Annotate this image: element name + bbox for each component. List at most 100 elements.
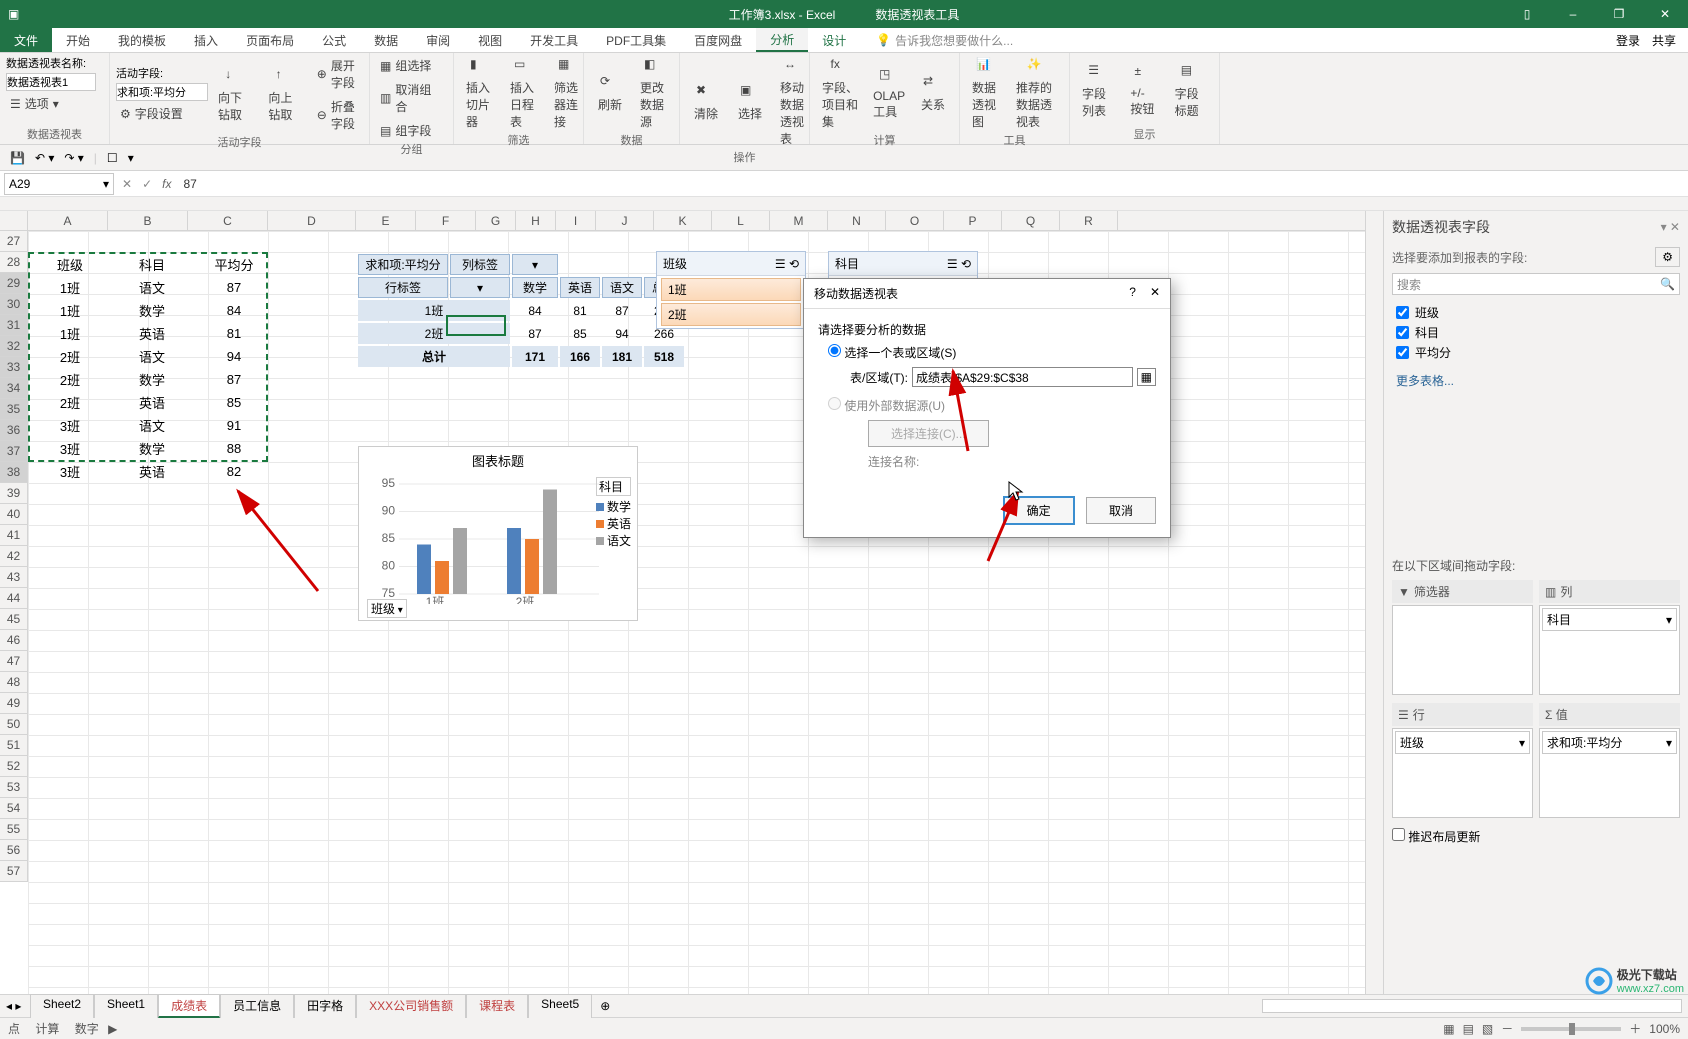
add-sheet-button[interactable]: ⊕	[600, 999, 610, 1013]
sheet-tab[interactable]: XXX公司销售额	[356, 994, 466, 1018]
column-header[interactable]: M	[770, 211, 828, 230]
cell[interactable]: 91	[194, 415, 274, 436]
row-header[interactable]: 28	[0, 252, 28, 273]
chevron-down-icon[interactable]: ▾	[1666, 613, 1672, 627]
minimize-button[interactable]: –	[1550, 0, 1596, 28]
row-header[interactable]: 49	[0, 693, 28, 714]
radio-select-range[interactable]: 选择一个表或区域(S)	[828, 346, 956, 360]
sheet-tab[interactable]: Sheet1	[94, 994, 158, 1018]
tab-home[interactable]: 开始	[52, 28, 104, 52]
pivot-col-dropdown[interactable]: ▾	[512, 254, 558, 275]
column-header[interactable]: Q	[1002, 211, 1060, 230]
chart-legend[interactable]: 科目 数学英语语文	[596, 477, 631, 549]
row-header[interactable]: 39	[0, 483, 28, 504]
touch-mode-icon[interactable]: ☐	[107, 151, 118, 165]
row-header[interactable]: 43	[0, 567, 28, 588]
area-item-columns[interactable]: 科目▾	[1542, 608, 1677, 631]
column-header[interactable]: O	[886, 211, 944, 230]
view-normal-icon[interactable]: ▦	[1443, 1022, 1454, 1036]
cell[interactable]: 81	[194, 323, 274, 344]
tab-developer[interactable]: 开发工具	[516, 28, 592, 52]
cell[interactable]: 语文	[112, 415, 192, 436]
row-header[interactable]: 40	[0, 504, 28, 525]
field-headers-button[interactable]: ▤字段标题	[1169, 61, 1213, 121]
cell[interactable]: 语文	[112, 346, 192, 367]
row-header[interactable]: 47	[0, 651, 28, 672]
legend-item[interactable]: 语文	[596, 532, 631, 549]
fx-button[interactable]: fx	[162, 177, 171, 191]
pane-close-icon[interactable]: ▾ ✕	[1661, 220, 1680, 234]
ribbon-options-icon[interactable]: ▯	[1504, 0, 1550, 28]
legend-item[interactable]: 数学	[596, 498, 631, 515]
field-search-input[interactable]: 搜索🔍	[1392, 273, 1680, 295]
row-header[interactable]: 42	[0, 546, 28, 567]
cell[interactable]: 2班	[30, 392, 110, 413]
row-header[interactable]: 30	[0, 294, 28, 315]
row-header[interactable]: 27	[0, 231, 28, 252]
horizontal-scrollbar[interactable]	[1262, 999, 1682, 1013]
tab-formulas[interactable]: 公式	[308, 28, 360, 52]
drill-up-button[interactable]: ↑向上钻取	[262, 65, 308, 125]
field-checkbox[interactable]: 平均分	[1396, 344, 1676, 361]
cell[interactable]: 3班	[30, 415, 110, 436]
row-header[interactable]: 51	[0, 735, 28, 756]
row-header[interactable]: 38	[0, 462, 28, 483]
row-header[interactable]: 33	[0, 357, 28, 378]
row-header[interactable]: 44	[0, 588, 28, 609]
drill-down-button[interactable]: ↓向下钻取	[212, 65, 258, 125]
cell[interactable]: 英语	[112, 461, 192, 482]
pivot-options-button[interactable]: ☰选项 ▾	[6, 93, 63, 114]
recommended-pivot-button[interactable]: ✨推荐的数据透视表	[1010, 55, 1063, 132]
column-header[interactable]: P	[944, 211, 1002, 230]
cell[interactable]: 数学	[112, 438, 192, 459]
close-button[interactable]: ✕	[1642, 0, 1688, 28]
cell[interactable]: 2班	[30, 346, 110, 367]
cell[interactable]: 85	[194, 392, 274, 413]
sheet-tab[interactable]: 田字格	[294, 994, 356, 1018]
pivot-chart[interactable]: 图表标题 75808590951班2班 科目 数学英语语文 班级 ▾	[358, 446, 638, 621]
area-item-rows[interactable]: 班级▾	[1395, 731, 1530, 754]
zoom-slider[interactable]	[1521, 1027, 1621, 1031]
filter-area[interactable]	[1392, 605, 1533, 695]
login-link[interactable]: 登录	[1616, 32, 1640, 49]
change-source-button[interactable]: ◧更改数据源	[634, 55, 674, 132]
worksheet-grid[interactable]: ABCDEFGHIJKLMNOPQR 272829303132333435363…	[0, 211, 1365, 994]
row-header[interactable]: 29	[0, 273, 28, 294]
range-input[interactable]	[912, 367, 1133, 387]
tab-data[interactable]: 数据	[360, 28, 412, 52]
clear-filter-icon[interactable]: ⟲	[961, 257, 971, 271]
select-all-corner[interactable]	[0, 211, 28, 231]
sheet-tab[interactable]: Sheet2	[30, 994, 94, 1018]
save-icon[interactable]: 💾	[10, 151, 25, 165]
defer-layout-checkbox[interactable]: 推迟布局更新	[1392, 830, 1480, 844]
sheet-tab[interactable]: 成绩表	[158, 994, 220, 1018]
legend-item[interactable]: 英语	[596, 515, 631, 532]
cell[interactable]: 84	[194, 300, 274, 321]
cell[interactable]: 2班	[30, 369, 110, 390]
clear-button[interactable]: ✖清除	[686, 81, 726, 124]
collapse-field-button[interactable]: ⊖折叠字段	[313, 96, 363, 134]
cell[interactable]: 87	[194, 277, 274, 298]
sheet-tab[interactable]: Sheet5	[528, 994, 592, 1018]
chart-title[interactable]: 图表标题	[359, 447, 637, 474]
pivot-table[interactable]: 求和项:平均分列标签▾ 行标签▾数学英语语文总计 1班8481872522班87…	[356, 252, 686, 369]
column-header[interactable]: I	[556, 211, 596, 230]
column-header[interactable]: K	[654, 211, 712, 230]
chevron-down-icon[interactable]: ▾	[1519, 736, 1525, 750]
cell[interactable]: 1班	[30, 323, 110, 344]
row-header[interactable]: 52	[0, 756, 28, 777]
refresh-button[interactable]: ⟳刷新	[590, 72, 630, 115]
row-header[interactable]: 45	[0, 609, 28, 630]
pivot-row-label[interactable]: 行标签	[358, 277, 448, 298]
slicer-class[interactable]: 班级☰ ⟲ 1班 2班	[656, 251, 806, 329]
cell[interactable]: 语文	[112, 277, 192, 298]
cell[interactable]: 班级	[30, 254, 110, 275]
cell[interactable]: 英语	[112, 323, 192, 344]
tab-baidu[interactable]: 百度网盘	[680, 28, 756, 52]
plus-minus-button[interactable]: ±+/- 按钮	[1124, 62, 1164, 119]
row-header[interactable]: 53	[0, 777, 28, 798]
cell[interactable]: 1班	[30, 277, 110, 298]
group-field-button[interactable]: ▤组字段	[376, 120, 435, 141]
more-tables-link[interactable]: 更多表格...	[1396, 374, 1454, 388]
rows-area[interactable]: 班级▾	[1392, 728, 1533, 818]
